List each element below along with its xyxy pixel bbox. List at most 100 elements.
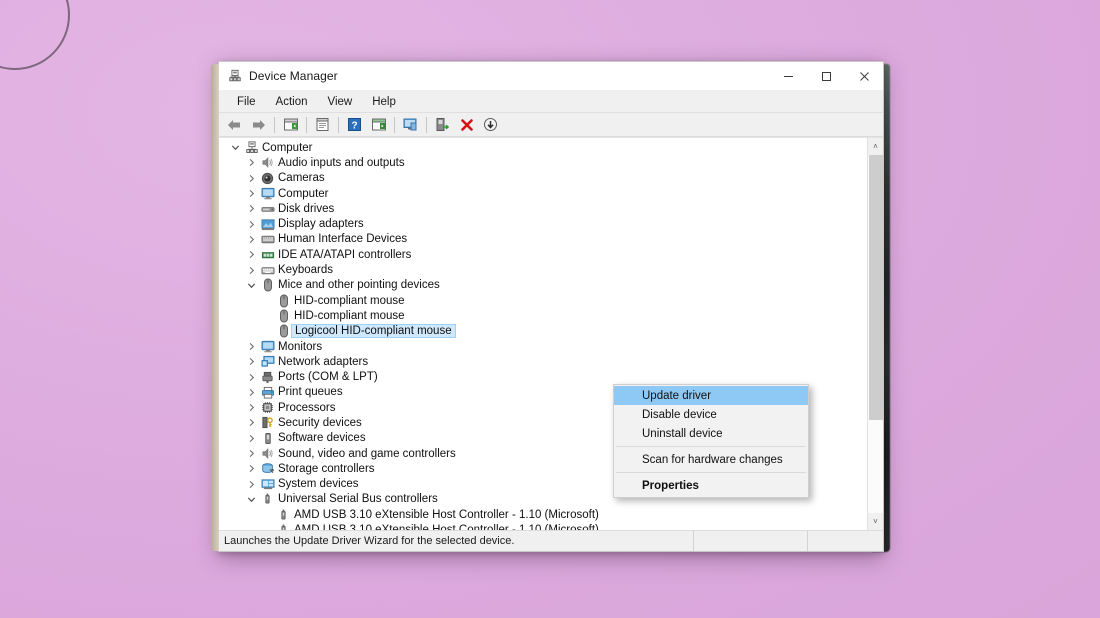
context-menu-separator bbox=[616, 472, 806, 473]
device-manager-icon bbox=[228, 69, 242, 83]
context-menu-item[interactable]: Disable device bbox=[614, 405, 808, 424]
monitor-icon bbox=[259, 187, 276, 200]
chevron-right-icon[interactable] bbox=[243, 189, 259, 198]
mouse-icon bbox=[275, 294, 292, 308]
tree-item-label: Computer bbox=[278, 187, 329, 200]
chevron-right-icon[interactable] bbox=[243, 464, 259, 473]
scan-hardware-changes-button[interactable] bbox=[399, 114, 422, 136]
tree-item[interactable]: Disk drives bbox=[219, 201, 867, 216]
chevron-right-icon[interactable] bbox=[243, 434, 259, 443]
disable-device-button[interactable] bbox=[479, 114, 502, 136]
chevron-right-icon[interactable] bbox=[243, 418, 259, 427]
port-icon bbox=[259, 371, 276, 384]
computer-root-icon bbox=[243, 141, 260, 155]
back-button[interactable] bbox=[223, 114, 246, 136]
tree-item[interactable]: Cameras bbox=[219, 171, 867, 186]
status-pane-1 bbox=[693, 531, 807, 551]
tree-item[interactable]: Keyboards bbox=[219, 262, 867, 277]
tree-item-label: Display adapters bbox=[278, 218, 364, 231]
vertical-scrollbar[interactable]: ˄ ˅ bbox=[867, 138, 883, 530]
tree-item-label: Audio inputs and outputs bbox=[278, 156, 405, 169]
menu-file[interactable]: File bbox=[228, 94, 265, 110]
chevron-right-icon[interactable] bbox=[243, 480, 259, 489]
tree-item[interactable]: Human Interface Devices bbox=[219, 232, 867, 247]
minimize-button[interactable] bbox=[769, 62, 807, 91]
uninstall-device-button[interactable] bbox=[455, 114, 478, 136]
context-menu-item[interactable]: Properties bbox=[614, 476, 808, 495]
tree-item-label: Universal Serial Bus controllers bbox=[278, 493, 438, 506]
toolbar-separator-4 bbox=[394, 116, 395, 133]
display-adapter-icon bbox=[259, 218, 276, 231]
tree-item[interactable]: Logicool HID-compliant mouse bbox=[219, 324, 867, 339]
chevron-right-icon[interactable] bbox=[243, 388, 259, 397]
mouse-icon bbox=[275, 309, 292, 323]
context-menu-item[interactable]: Update driver bbox=[614, 386, 808, 405]
chevron-down-icon[interactable] bbox=[243, 281, 259, 290]
tree-item-label: Human Interface Devices bbox=[278, 233, 408, 246]
chevron-right-icon[interactable] bbox=[243, 204, 259, 213]
context-menu-item[interactable]: Scan for hardware changes bbox=[614, 450, 808, 469]
scroll-up-button[interactable]: ˄ bbox=[867, 138, 883, 155]
help-button[interactable]: ? bbox=[343, 114, 366, 136]
context-menu-item[interactable]: Uninstall device bbox=[614, 424, 808, 443]
maximize-button[interactable] bbox=[807, 62, 845, 91]
tree-item[interactable]: IDE ATA/ATAPI controllers bbox=[219, 247, 867, 262]
scrollbar-thumb[interactable] bbox=[868, 155, 883, 420]
window-title: Device Manager bbox=[249, 69, 338, 83]
tree-item-label: System devices bbox=[278, 478, 359, 491]
tree-item-label: HID-compliant mouse bbox=[294, 294, 405, 307]
chevron-right-icon[interactable] bbox=[243, 403, 259, 412]
keyboard-icon bbox=[259, 265, 276, 276]
usb-icon bbox=[259, 492, 276, 506]
chevron-down-icon[interactable] bbox=[227, 143, 243, 152]
speaker-icon bbox=[259, 156, 276, 169]
properties-button[interactable] bbox=[311, 114, 334, 136]
tree-item[interactable]: Computer bbox=[219, 140, 867, 155]
close-button[interactable] bbox=[845, 62, 883, 91]
chevron-right-icon[interactable] bbox=[243, 357, 259, 366]
show-hidden-devices-button[interactable] bbox=[279, 114, 302, 136]
tree-item[interactable]: Display adapters bbox=[219, 216, 867, 231]
chevron-right-icon[interactable] bbox=[243, 373, 259, 382]
tree-item[interactable]: Network adapters bbox=[219, 354, 867, 369]
view-devices-button[interactable] bbox=[367, 114, 390, 136]
tree-item[interactable]: AMD USB 3.10 eXtensible Host Controller … bbox=[219, 522, 867, 530]
system-device-icon bbox=[259, 478, 276, 491]
scroll-down-button[interactable]: ˅ bbox=[867, 513, 883, 530]
tree-item[interactable]: Computer bbox=[219, 186, 867, 201]
tree-item[interactable]: AMD USB 3.10 eXtensible Host Controller … bbox=[219, 507, 867, 522]
processor-icon bbox=[259, 401, 276, 414]
chevron-down-icon[interactable] bbox=[243, 495, 259, 504]
chevron-right-icon[interactable] bbox=[243, 250, 259, 259]
chevron-right-icon[interactable] bbox=[243, 158, 259, 167]
mouse-icon bbox=[259, 278, 276, 292]
tree-item[interactable]: Mice and other pointing devices bbox=[219, 278, 867, 293]
tree-item[interactable]: HID-compliant mouse bbox=[219, 293, 867, 308]
chevron-right-icon[interactable] bbox=[243, 235, 259, 244]
tree-item-label: Security devices bbox=[278, 416, 362, 429]
update-driver-button[interactable] bbox=[431, 114, 454, 136]
title-bar: Device Manager bbox=[219, 62, 883, 91]
software-device-icon bbox=[259, 432, 276, 445]
tree-item[interactable]: Ports (COM & LPT) bbox=[219, 369, 867, 384]
context-menu-separator bbox=[616, 446, 806, 447]
tree-item-label: Print queues bbox=[278, 386, 343, 399]
tree-item-label: Disk drives bbox=[278, 202, 335, 215]
chevron-right-icon[interactable] bbox=[243, 220, 259, 229]
chevron-right-icon[interactable] bbox=[243, 449, 259, 458]
scrollbar-track[interactable] bbox=[867, 155, 883, 513]
chevron-right-icon[interactable] bbox=[243, 174, 259, 183]
menu-view[interactable]: View bbox=[319, 94, 362, 110]
menu-action[interactable]: Action bbox=[267, 94, 317, 110]
tree-item[interactable]: HID-compliant mouse bbox=[219, 308, 867, 323]
forward-button[interactable] bbox=[247, 114, 270, 136]
toolbar-separator-2 bbox=[306, 116, 307, 133]
context-menu[interactable]: Update driver Disable device Uninstall dev… bbox=[613, 384, 809, 498]
chevron-right-icon[interactable] bbox=[243, 342, 259, 351]
tree-item[interactable]: Audio inputs and outputs bbox=[219, 155, 867, 170]
tree-item[interactable]: Monitors bbox=[219, 339, 867, 354]
chevron-right-icon[interactable] bbox=[243, 266, 259, 275]
menu-help[interactable]: Help bbox=[363, 94, 405, 110]
tree-item-label: Cameras bbox=[278, 172, 325, 185]
monitor-icon bbox=[259, 340, 276, 353]
